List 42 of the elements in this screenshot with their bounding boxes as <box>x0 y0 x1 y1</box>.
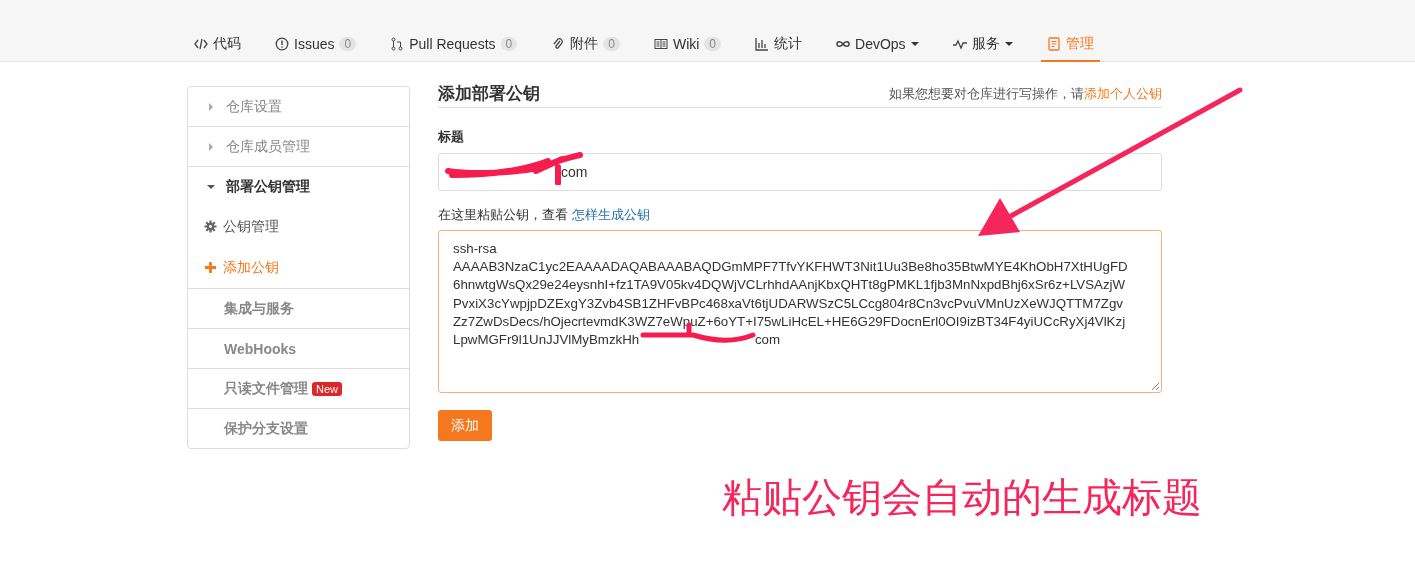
caret-right-icon <box>209 102 213 111</box>
nav-tab[interactable]: 附件 0 <box>545 28 626 62</box>
nav-tab[interactable]: 服务 <box>946 28 1019 62</box>
title-input-field[interactable]: com <box>438 153 1162 191</box>
code-icon <box>194 37 208 51</box>
caret-right-icon <box>209 142 213 151</box>
branch-icon <box>390 37 405 51</box>
new-badge: New <box>312 381 342 396</box>
nav-tab[interactable]: Wiki 0 <box>647 28 728 62</box>
key-instruction: 在这里粘贴公钥，查看 怎样生成公钥 <box>438 206 651 224</box>
sidebar-item[interactable]: 仓库成员管理 <box>188 127 409 166</box>
document-icon <box>1046 37 1061 51</box>
nav-tab[interactable]: Issues 0 <box>269 28 363 62</box>
field-label: 标题 <box>438 128 465 146</box>
nav-tab[interactable]: 统计 <box>749 28 809 62</box>
plus-icon <box>204 261 217 274</box>
how-to-generate-link[interactable]: 怎样生成公钥 <box>571 207 650 222</box>
book-icon <box>653 37 668 51</box>
resize-grip-icon[interactable] <box>1151 382 1160 391</box>
sidebar-item[interactable]: 只读文件管理 New <box>188 369 409 408</box>
nav-tab[interactable]: DevOps <box>830 28 925 62</box>
sidebar-item[interactable]: 仓库设置 <box>188 87 409 126</box>
nav-tab[interactable]: 代码 <box>188 28 247 62</box>
hint-text: 如果您想要对仓库进行写操作，请添加个人公钥 <box>889 84 1162 103</box>
count-badge: 0 <box>603 37 620 51</box>
count-badge: 0 <box>704 37 722 51</box>
sidebar-item[interactable]: WebHooks <box>188 329 409 368</box>
sidebar-item[interactable]: 保护分支设置 <box>188 409 409 448</box>
section-heading: 添加部署公钥 <box>438 83 540 105</box>
sidebar-item[interactable]: 集成与服务 <box>188 289 409 328</box>
caret-down-icon <box>207 184 215 189</box>
bar-chart-icon <box>755 37 770 51</box>
count-badge: 0 <box>339 37 357 51</box>
sidebar-item[interactable]: 部署公钥管理 <box>188 167 409 206</box>
settings-icon <box>204 220 217 233</box>
info-circle-icon <box>275 37 289 51</box>
paperclip-icon <box>551 37 566 51</box>
nav-tab[interactable]: Pull Requests 0 <box>384 28 524 62</box>
annotation-text: 粘贴公钥会自动的生成标题 <box>722 474 1202 521</box>
count-badge: 0 <box>500 37 518 51</box>
public-key-textarea[interactable]: ssh-rsa AAAAB3NzaC1yc2EAAAADAQABAAABAQDGmMPF7TfvYKFHWT3Nit1Uu3Be8ho35BtwMYE4KhObH7XtHUgFD 6hnwtgWsQx29e24eysnhI+fz1TA9V05kv4DQWjVCLrhhdAAnjKbxQHTt8gPMKL1fjb3MnNxpdBhj6xSr6z+LVSAzjW PvxiX3cYwpjpDZExgY3Zvb4SB1ZHFvBPc468xaVt6tjUDARWSzC5LCcg804r8Cn3vcPvuVMnUzXeWJQTTM7Zgv Zz7ZwDsDecs/hOjecrtevmdK3WZ7eWpuZ+6oYT+I75wLiHcEL+HE6G29FDocnErl0OI9izBT34F4yiUCcRyXj4VlKzj LpwMGFr9l1UnJJVlMyBmzkHh com <box>438 230 1162 393</box>
sidebar-subitem[interactable]: 公钥管理 <box>188 206 409 247</box>
